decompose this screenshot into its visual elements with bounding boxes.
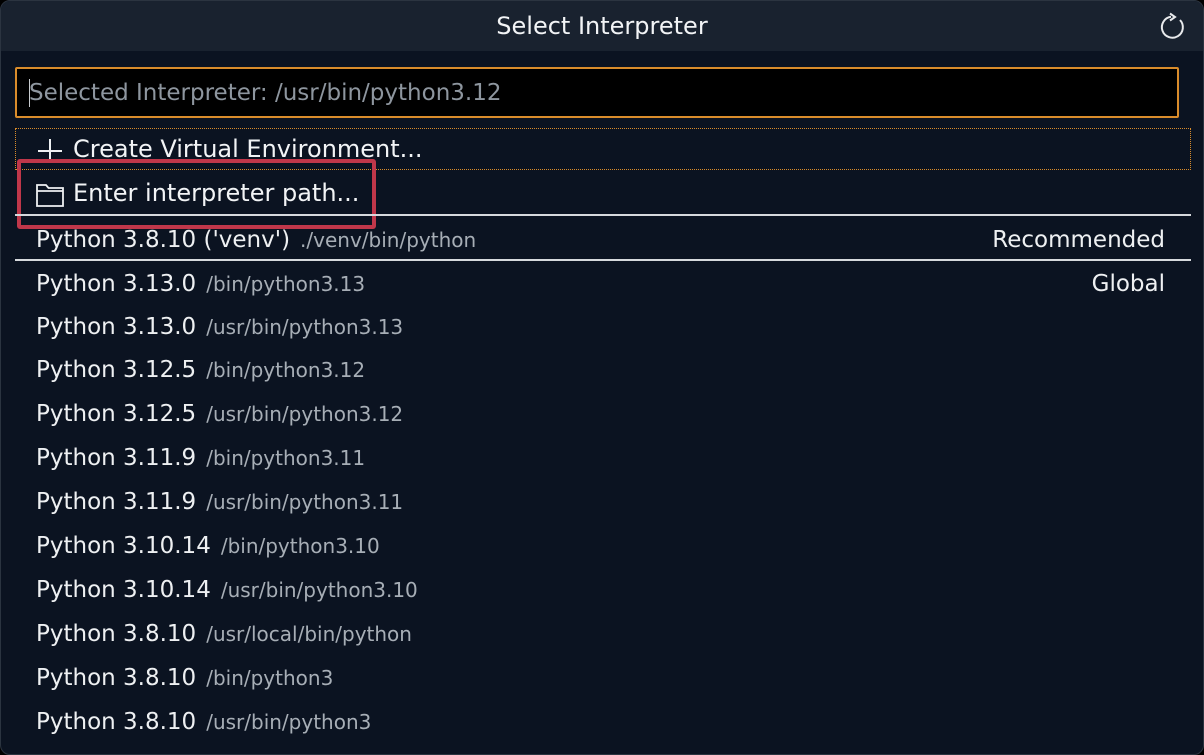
create-venv-label: Create Virtual Environment... [73, 135, 423, 163]
list-item[interactable]: Python 3.10.14/bin/python3.10 [15, 525, 1191, 569]
separator-top [15, 214, 1191, 216]
search-input[interactable] [29, 69, 1159, 116]
interpreter-name: Python 3.8.10 [36, 709, 197, 735]
interpreter-path: /usr/bin/python3.11 [206, 490, 404, 514]
interpreter-name: Python 3.10.14 [36, 533, 211, 559]
enter-path-item[interactable]: Enter interpreter path... [15, 172, 1191, 216]
interpreter-path: /usr/local/bin/python [206, 622, 412, 646]
interpreter-name: Python 3.13.0 [36, 271, 197, 297]
global-badge: Global [1091, 271, 1165, 297]
list-item[interactable]: Python 3.12.5/usr/bin/python3.12 [15, 393, 1191, 437]
enter-path-label: Enter interpreter path... [73, 179, 360, 207]
interpreter-path: /usr/bin/python3 [206, 710, 372, 734]
list-item[interactable]: Python 3.8.10/bin/python3 [15, 657, 1191, 701]
interpreter-name: Python 3.8.10 ('venv') ./venv/bin/python [36, 227, 477, 253]
interpreter-name: Python 3.12.5 [36, 401, 197, 427]
interpreter-path: /bin/python3.10 [220, 534, 380, 558]
interpreter-name: Python 3.8.10 [36, 621, 197, 647]
list-item[interactable]: Python 3.10.14/usr/bin/python3.10 [15, 569, 1191, 613]
folder-icon [35, 181, 65, 209]
list-item[interactable]: Python 3.11.9/bin/python3.11 [15, 437, 1191, 481]
plus-icon [35, 137, 65, 165]
list-item[interactable]: Python 3.12.5/bin/python3.12 [15, 349, 1191, 393]
interpreter-path: /bin/python3.13 [206, 272, 366, 296]
interpreter-path: /usr/bin/python3.12 [206, 402, 404, 426]
interpreter-path: /usr/bin/python3.10 [220, 578, 418, 602]
interpreter-search-box[interactable] [15, 67, 1179, 118]
interpreter-name: Python 3.13.0 [36, 314, 197, 340]
recommended-interpreter-item[interactable]: Python 3.8.10 ('venv') ./venv/bin/python … [15, 219, 1191, 263]
separator-bottom [15, 259, 1191, 261]
list-item[interactable]: Python 3.11.9/usr/bin/python3.11 [15, 481, 1191, 525]
title-bar: Select Interpreter [1, 1, 1203, 51]
list-item[interactable]: Python 3.13.0/bin/python3.13 Global [15, 263, 1191, 307]
refresh-icon[interactable] [1158, 12, 1188, 42]
interpreter-name: Python 3.12.5 [36, 357, 197, 383]
interpreter-path: /bin/python3 [206, 666, 334, 690]
list-item[interactable]: Python 3.8.10/usr/local/bin/python [15, 613, 1191, 657]
list-item[interactable]: Python 3.8.10/usr/bin/python3 [15, 701, 1191, 745]
interpreter-path: /usr/bin/python3.13 [206, 315, 404, 339]
dialog-title: Select Interpreter [496, 12, 708, 40]
interpreter-name: Python 3.8.10 [36, 665, 197, 691]
create-venv-item[interactable]: Create Virtual Environment... [15, 128, 1191, 170]
interpreter-path: ./venv/bin/python [300, 228, 477, 252]
interpreter-name: Python 3.10.14 [36, 577, 211, 603]
select-interpreter-dialog: Select Interpreter Create Virtual Enviro… [0, 0, 1204, 755]
interpreter-name: Python 3.11.9 [36, 489, 197, 515]
list-item[interactable]: Python 3.13.0/usr/bin/python3.13 [15, 306, 1191, 350]
recommended-badge: Recommended [992, 227, 1165, 253]
interpreter-path: /bin/python3.11 [206, 446, 366, 470]
interpreter-name: Python 3.11.9 [36, 445, 197, 471]
interpreter-path: /bin/python3.12 [206, 358, 366, 382]
